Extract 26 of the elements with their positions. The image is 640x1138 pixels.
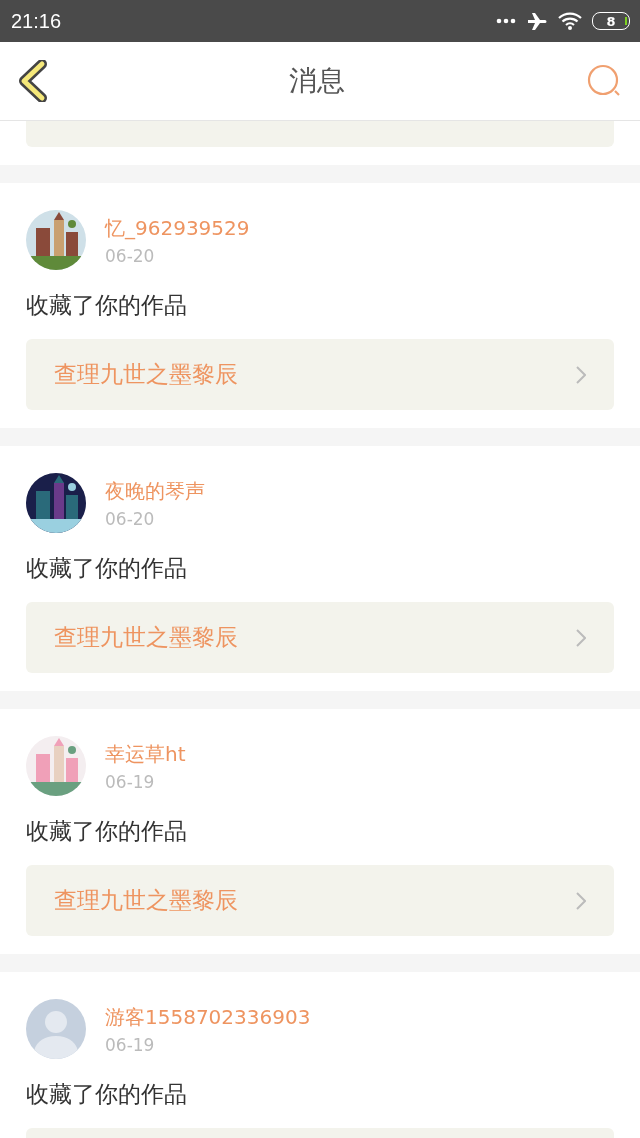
- work-link[interactable]: 查理九世之墨黎辰: [26, 602, 614, 673]
- more-icon: [496, 18, 516, 24]
- user-name[interactable]: 幸运草ht: [105, 740, 186, 768]
- message-text: 收藏了你的作品: [26, 554, 188, 583]
- user-name[interactable]: 忆_962939529: [105, 214, 250, 242]
- message-date: 06-19: [105, 771, 156, 792]
- message-date: 06-19: [105, 1034, 156, 1055]
- chevron-icon: [576, 628, 586, 647]
- user-name[interactable]: 夜晚的琴声: [105, 477, 205, 505]
- battery-icon: 8: [592, 12, 630, 30]
- page-title: 消息: [289, 63, 345, 99]
- back-icon[interactable]: [18, 60, 48, 102]
- user-name[interactable]: 游客1558702336903: [105, 1003, 311, 1031]
- message-text: 收藏了你的作品: [26, 291, 188, 320]
- message-date: 06-20: [105, 508, 156, 529]
- message-text: 收藏了你的作品: [26, 1080, 188, 1109]
- wifi-icon: [558, 11, 582, 31]
- chevron-icon: [576, 365, 586, 384]
- chevron-icon: [576, 891, 586, 910]
- status-time: 21:16: [11, 9, 62, 33]
- avatar-icon: [26, 999, 86, 1059]
- message-date: 06-20: [105, 245, 156, 266]
- airplane-icon: [526, 11, 548, 31]
- work-link[interactable]: 查理九世之墨黎辰: [26, 865, 614, 936]
- message-text: 收藏了你的作品: [26, 817, 188, 846]
- work-link[interactable]: 查理九世之墨黎辰: [26, 339, 614, 410]
